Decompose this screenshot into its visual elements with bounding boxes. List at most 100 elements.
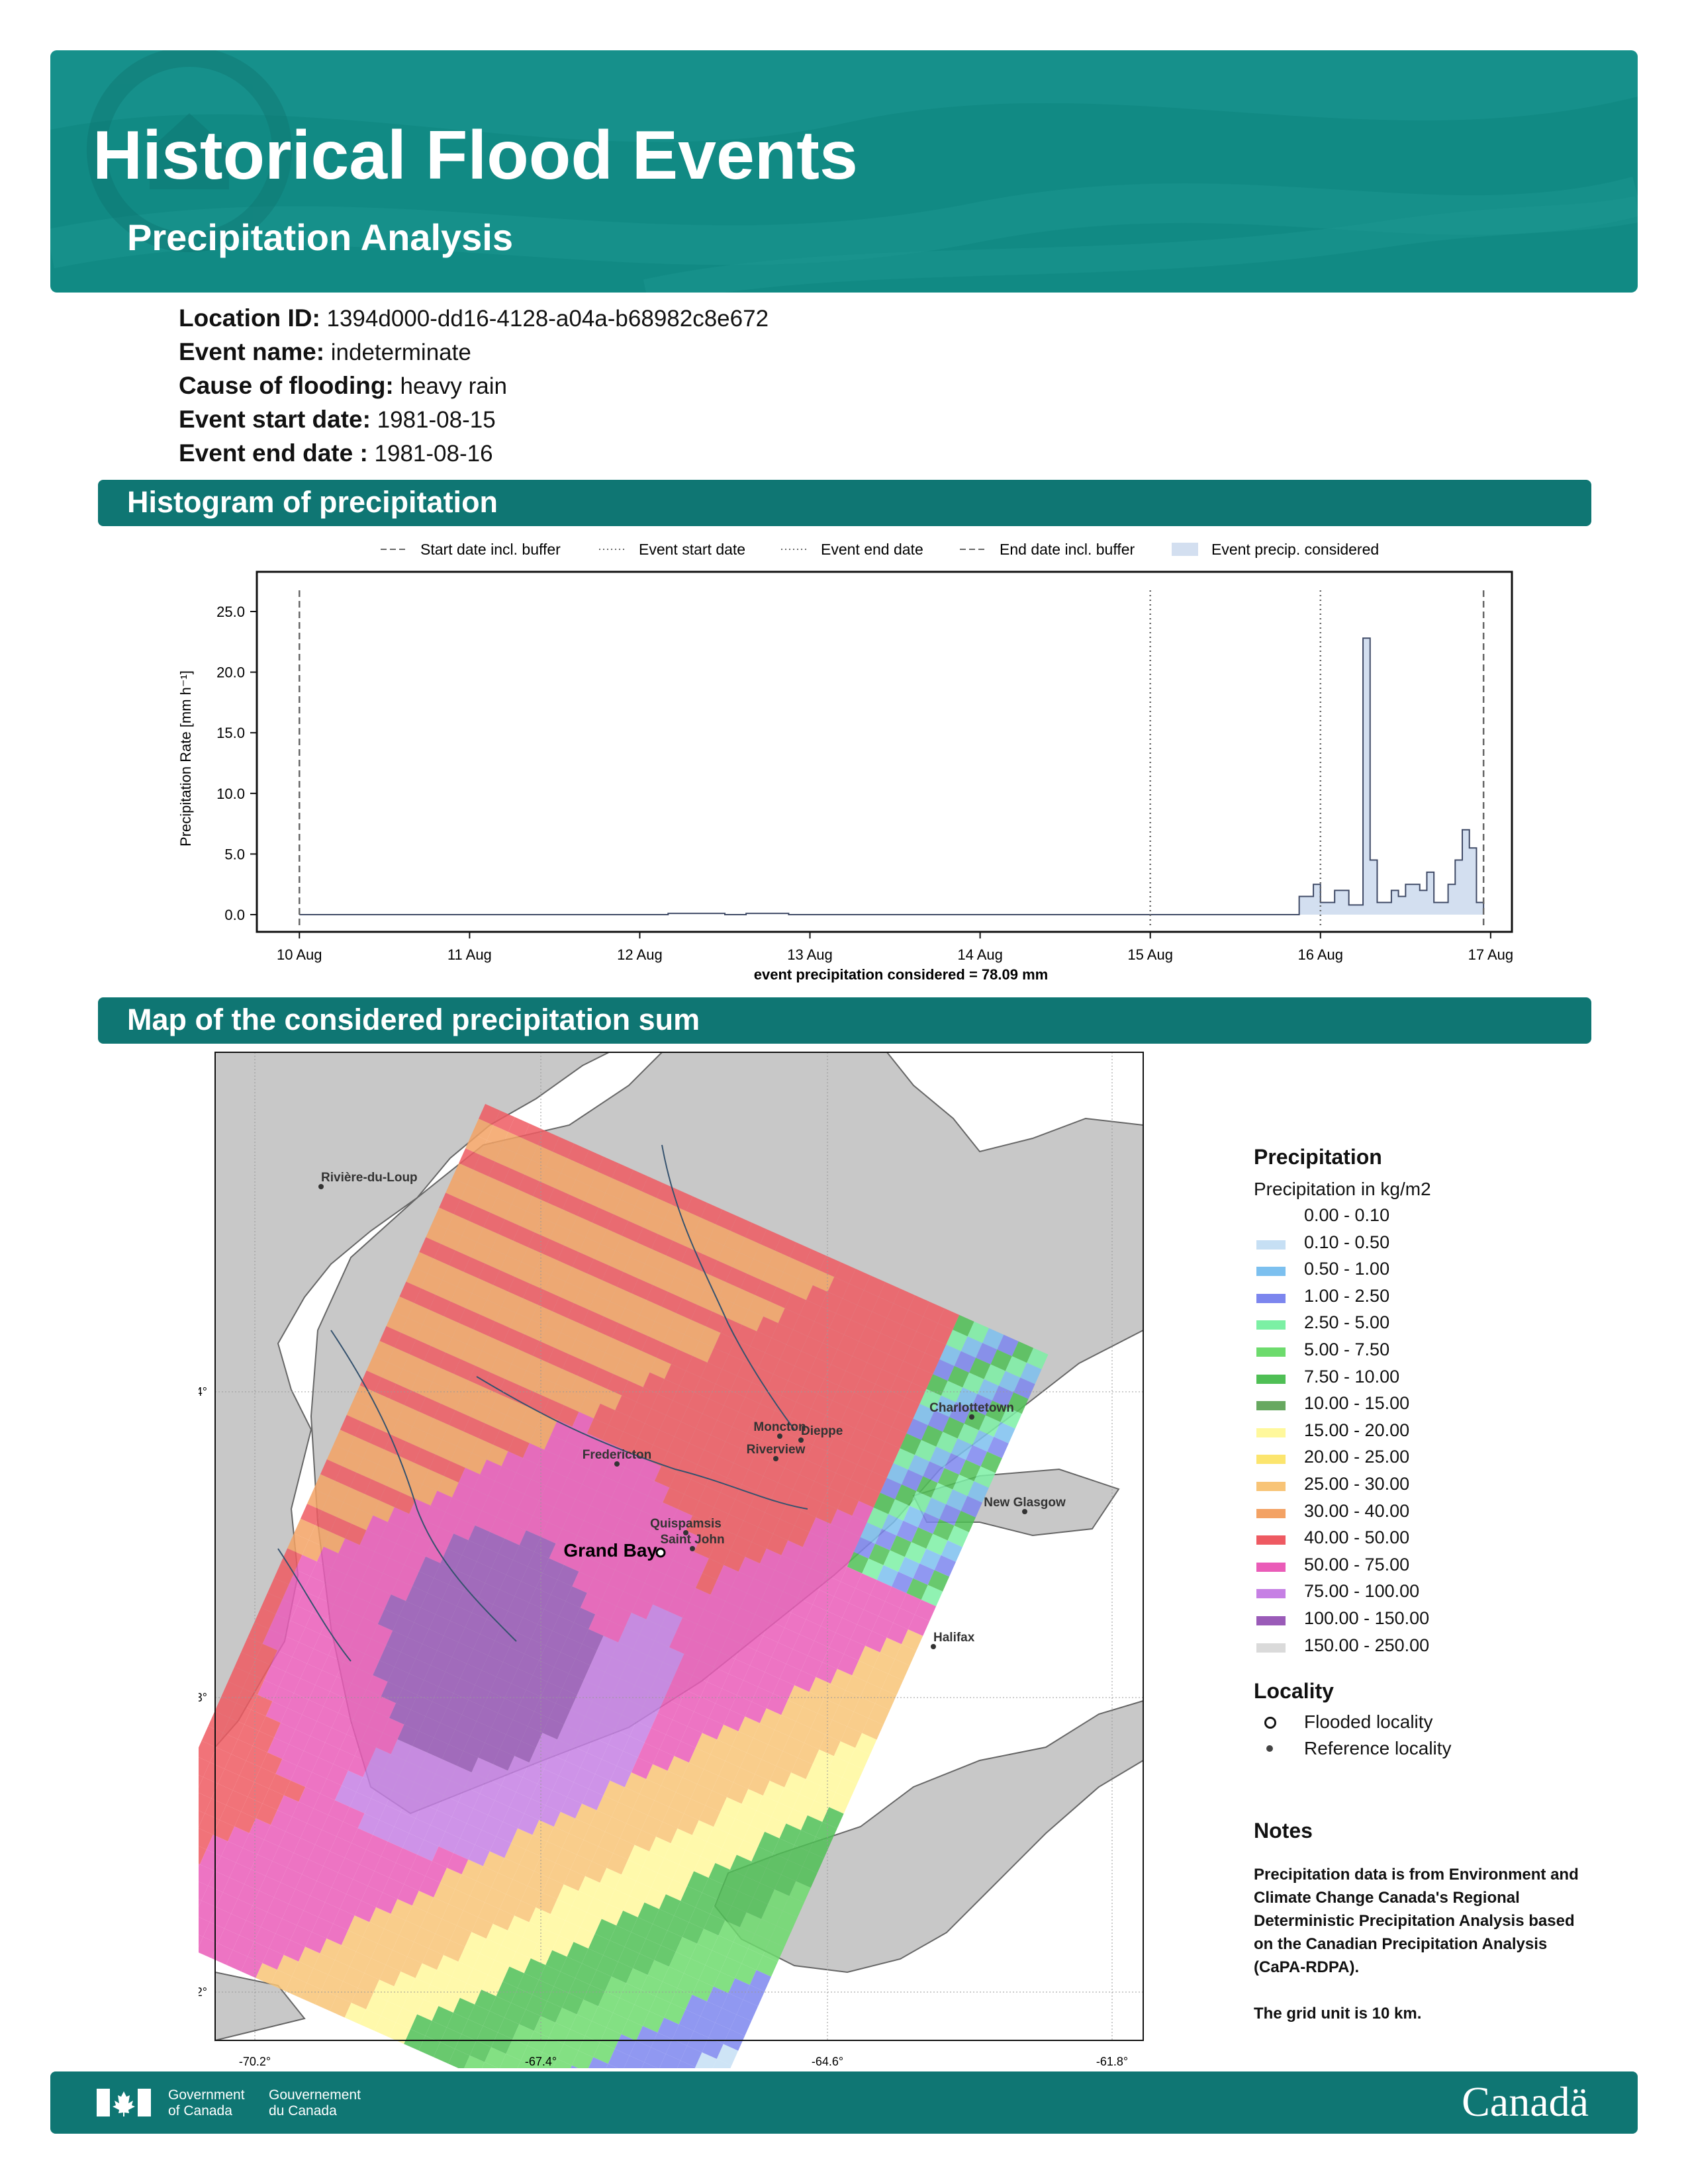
place-label: Saint John bbox=[660, 1533, 724, 1547]
legend-class-swatch bbox=[1256, 1374, 1286, 1384]
legend-title: Precipitation bbox=[1254, 1145, 1382, 1169]
x-tick-label: 12 Aug bbox=[617, 946, 663, 963]
legend-class-item: 50.00 - 75.00 bbox=[1254, 1555, 1624, 1582]
legend-class-swatch bbox=[1256, 1535, 1286, 1545]
reference-marker-icon bbox=[1022, 1509, 1027, 1514]
legend-label: Event end date bbox=[821, 541, 923, 558]
precipitation-histogram: Start date incl. buffer Event start date E… bbox=[177, 541, 1514, 983]
legend-classes: 0.00 - 0.10 0.10 - 0.50 0.50 - 1.00 1.00 - … bbox=[1254, 1205, 1624, 1662]
map-place: Grand Bay bbox=[563, 1540, 666, 1561]
legend-subtitle: Precipitation in kg/m2 bbox=[1254, 1179, 1431, 1199]
legend-class-swatch bbox=[1256, 1589, 1286, 1599]
legend-class-swatch bbox=[1256, 1455, 1286, 1465]
x-tick-label: 15 Aug bbox=[1127, 946, 1173, 963]
place-label: New Glasgow bbox=[984, 1496, 1066, 1510]
legend-flooded-item: Flooded locality bbox=[1254, 1711, 1624, 1738]
legend-class-item: 25.00 - 30.00 bbox=[1254, 1474, 1624, 1501]
map-legend: Precipitation Precipitation in kg/m2 0.0… bbox=[1254, 1145, 1624, 1764]
legend-class-item: 20.00 - 25.00 bbox=[1254, 1447, 1624, 1474]
flooded-marker-icon bbox=[1264, 1717, 1276, 1729]
legend-label: Start date incl. buffer bbox=[420, 541, 561, 558]
place-label: Fredericton bbox=[583, 1448, 652, 1462]
legend-class-label: 20.00 - 25.00 bbox=[1304, 1447, 1410, 1467]
x-tick-label: 17 Aug bbox=[1468, 946, 1514, 963]
legend-class-label: 0.00 - 0.10 bbox=[1304, 1205, 1390, 1225]
legend-class-swatch bbox=[1256, 1267, 1286, 1277]
legend-class-item: 40.00 - 50.00 bbox=[1254, 1527, 1624, 1555]
legend-entry: Event precip. considered bbox=[1172, 541, 1379, 558]
legend-class-item: 0.00 - 0.10 bbox=[1254, 1205, 1624, 1232]
reference-marker-icon bbox=[798, 1437, 804, 1443]
note-line: on the Canadian Precipitation Analysis bbox=[1254, 1935, 1548, 1953]
legend-class-swatch bbox=[1256, 1401, 1286, 1411]
legend-class-label: 75.00 - 100.00 bbox=[1304, 1581, 1420, 1602]
note-line bbox=[1254, 1979, 1624, 2002]
note-line: The grid unit is 10 km. bbox=[1254, 2005, 1422, 2023]
notes-panel: Notes Precipitation data is from Environ… bbox=[1254, 1819, 1624, 2025]
y-tick-label: 20.0 bbox=[216, 664, 245, 681]
reference-marker-icon bbox=[1266, 1745, 1273, 1752]
legend-class-item: 15.00 - 20.00 bbox=[1254, 1420, 1624, 1447]
notes-title: Notes bbox=[1254, 1819, 1313, 1843]
gov-name-en: Government of Canada bbox=[168, 2087, 245, 2118]
legend-label: Event start date bbox=[639, 541, 745, 558]
legend-class-swatch bbox=[1256, 1240, 1286, 1250]
place-label: Moncton bbox=[753, 1420, 806, 1434]
legend-class-label: 5.00 - 7.50 bbox=[1304, 1339, 1390, 1359]
note-line: Deterministic Precipitation Analysis bas… bbox=[1254, 1912, 1575, 1930]
legend-class-label: 1.00 - 2.50 bbox=[1304, 1285, 1390, 1306]
locality-title: Locality bbox=[1254, 1679, 1334, 1704]
lon-tick-label: -61.8° bbox=[1096, 2055, 1128, 2068]
lon-tick-label: -67.4° bbox=[525, 2055, 557, 2068]
lon-tick-label: -64.6° bbox=[812, 2055, 843, 2068]
legend-label: Event precip. considered bbox=[1211, 541, 1379, 558]
y-tick-label: 15.0 bbox=[216, 725, 245, 741]
legend-class-item: 0.10 - 0.50 bbox=[1254, 1232, 1624, 1259]
page-subtitle: Precipitation Analysis bbox=[127, 216, 513, 258]
legend-class-label: 0.50 - 1.00 bbox=[1304, 1259, 1390, 1279]
legend-reference-item: Reference locality bbox=[1254, 1738, 1624, 1764]
legend-class-item: 10.00 - 15.00 bbox=[1254, 1393, 1624, 1420]
legend-class-swatch bbox=[1256, 1481, 1286, 1491]
legend-class-swatch bbox=[1256, 1562, 1286, 1572]
meta-end-date: Event end date : 1981-08-16 bbox=[179, 439, 493, 467]
legend-class-item: 5.00 - 7.50 bbox=[1254, 1340, 1624, 1367]
x-axis-label: event precipitation considered = 78.09 m… bbox=[754, 966, 1048, 983]
legend-class-item: 150.00 - 250.00 bbox=[1254, 1635, 1624, 1662]
meta-event-name: Event name: indeterminate bbox=[179, 338, 471, 365]
map-section-title: Map of the considered precipitation sum bbox=[127, 1003, 700, 1036]
lat-tick-label: +42.2° bbox=[199, 1985, 207, 1999]
legend-class-label: 2.50 - 5.00 bbox=[1304, 1312, 1390, 1333]
flooded-marker-icon bbox=[655, 1547, 666, 1558]
x-tick-label: 11 Aug bbox=[447, 946, 492, 963]
histogram-section-title: Histogram of precipitation bbox=[127, 485, 498, 519]
note-line: Precipitation data is from Environment a… bbox=[1254, 1866, 1579, 1884]
legend-class-label: 0.10 - 0.50 bbox=[1304, 1232, 1390, 1252]
legend-class-item: 75.00 - 100.00 bbox=[1254, 1581, 1624, 1608]
precipitation-map: -70.2° -67.4° -64.6° -61.8° +46.4° +44.3° +42.… bbox=[199, 1052, 1144, 2068]
x-tick-label: 10 Aug bbox=[277, 946, 322, 963]
legend-class-label: 25.00 - 30.00 bbox=[1304, 1473, 1410, 1494]
legend-class-item: 100.00 - 150.00 bbox=[1254, 1608, 1624, 1635]
legend-class-label: 50.00 - 75.00 bbox=[1304, 1554, 1410, 1574]
reference-marker-icon bbox=[690, 1546, 695, 1551]
y-axis-label: Precipitation Rate [mm h⁻¹] bbox=[177, 670, 194, 846]
legend-class-label: 100.00 - 150.00 bbox=[1304, 1608, 1430, 1628]
legend-class-label: 40.00 - 50.00 bbox=[1304, 1527, 1410, 1548]
legend-class-item: 1.00 - 2.50 bbox=[1254, 1286, 1624, 1313]
lat-tick-label: +44.3° bbox=[199, 1691, 207, 1704]
legend-label: End date incl. buffer bbox=[1000, 541, 1135, 558]
legend-entry: Event start date bbox=[599, 541, 745, 558]
reference-marker-icon bbox=[614, 1461, 620, 1467]
place-label: Rivière-du-Loup bbox=[321, 1171, 418, 1185]
canada-flag-icon bbox=[97, 2089, 151, 2116]
legend-class-swatch bbox=[1256, 1320, 1286, 1330]
lon-tick-label: -70.2° bbox=[239, 2055, 271, 2068]
map-section-header: Map of the considered precipitation sum bbox=[98, 997, 1591, 1044]
legend-class-item: 7.50 - 10.00 bbox=[1254, 1367, 1624, 1394]
reference-marker-icon bbox=[931, 1644, 936, 1649]
place-label: Quispamsis bbox=[650, 1517, 722, 1531]
legend-entry: Event end date bbox=[781, 541, 923, 558]
place-label: Halifax bbox=[933, 1631, 975, 1645]
reference-marker-icon bbox=[777, 1433, 782, 1439]
